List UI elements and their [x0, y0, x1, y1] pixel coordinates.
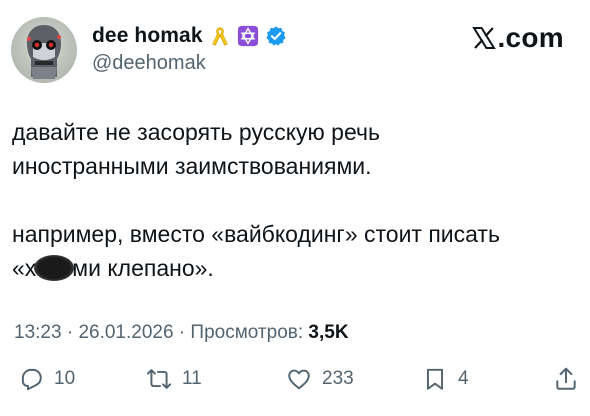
- tweet-line-2: иностранными заимствованиями.: [12, 153, 372, 179]
- like-button[interactable]: 233: [286, 366, 354, 392]
- retweet-count: 11: [182, 368, 202, 389]
- author-name-row: dee homak: [92, 24, 287, 48]
- share-button[interactable]: [553, 366, 579, 392]
- author-handle[interactable]: @deehomak: [92, 52, 206, 75]
- reply-count: 10: [54, 368, 76, 389]
- like-count: 233: [322, 368, 354, 389]
- views-count[interactable]: 3,5K: [308, 322, 348, 343]
- views-label: Просмотров:: [190, 322, 309, 343]
- tweet-actions: 10 11 233 4: [18, 366, 578, 396]
- author-display-name[interactable]: dee homak: [92, 24, 203, 48]
- tweet-line-4-end: ми клепано».: [72, 255, 214, 281]
- x-com-text: .com: [497, 22, 564, 53]
- retweet-icon: [146, 369, 172, 389]
- avatar-image: [27, 25, 61, 79]
- heart-icon: [288, 369, 310, 390]
- tweet-line-3: например, вместо «вайбкодинг» стоит писа…: [12, 221, 500, 247]
- reply-button[interactable]: 10: [18, 366, 75, 392]
- retweet-button[interactable]: 11: [146, 366, 202, 392]
- x-logo-icon: [472, 27, 497, 49]
- tweet-date[interactable]: 26.01.2026: [78, 322, 173, 343]
- tweet-time[interactable]: 13:23: [14, 322, 62, 343]
- censor-blot: [34, 255, 75, 281]
- tweet-line-1: давайте не засорять русскую речь: [12, 119, 380, 145]
- star-of-david-icon: [237, 25, 259, 47]
- avatar[interactable]: [11, 17, 77, 83]
- verified-icon[interactable]: [265, 25, 287, 47]
- tweet-text: давайте не засорять русскую речь иностра…: [12, 115, 577, 285]
- x-com-brand: .com: [472, 22, 564, 54]
- reply-icon: [21, 368, 42, 391]
- bookmark-icon: [426, 368, 444, 390]
- meta-separator: ·: [61, 322, 79, 343]
- meta-separator: ·: [173, 322, 191, 343]
- bookmark-button[interactable]: 4: [422, 366, 469, 392]
- yellow-ribbon-icon: [209, 25, 231, 47]
- share-icon: [556, 367, 576, 390]
- tweet-line-4-start: «х: [12, 255, 37, 281]
- tweet-meta: 13:23 · 26.01.2026 · Просмотров: 3,5K: [14, 322, 349, 344]
- bookmark-count: 4: [458, 368, 469, 389]
